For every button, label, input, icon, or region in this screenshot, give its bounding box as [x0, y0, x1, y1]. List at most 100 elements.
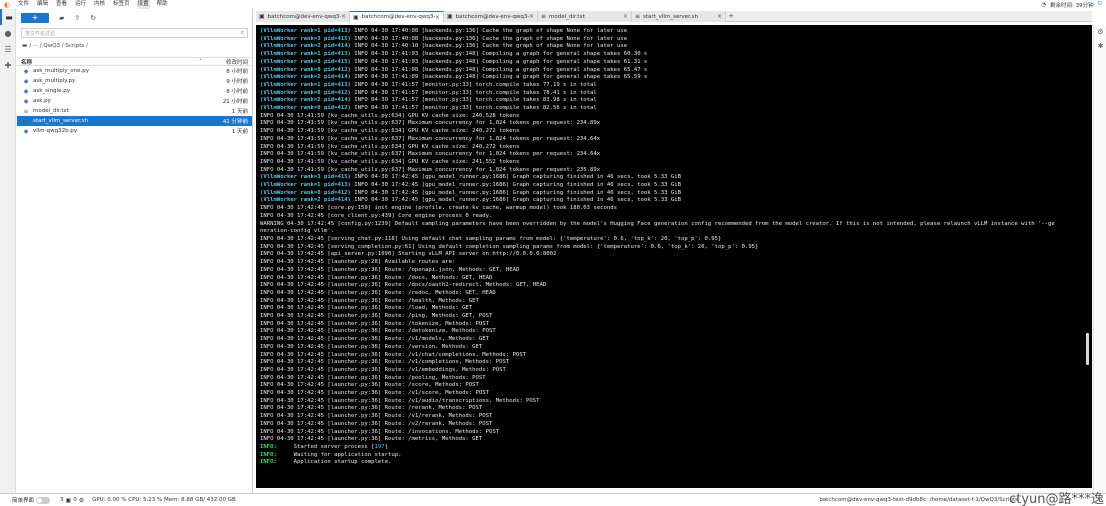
- terminal-line: INFO 04-30 17:41:59 [kv_cache_utils.py:6…: [260, 113, 1088, 121]
- log-text: INFO 04-30 17:41:57 [monitor.py:33] torc…: [350, 97, 597, 104]
- terminal-scrollbar[interactable]: [1086, 333, 1089, 365]
- new-folder-icon[interactable]: ▰: [59, 14, 64, 22]
- close-icon[interactable]: ×: [341, 13, 346, 20]
- log-text: INFO 04-30 17:42:45 [launcher.py:36] Rou…: [260, 390, 490, 397]
- file-modified: 21 小时前: [222, 99, 248, 105]
- menu-view[interactable]: 查看: [55, 0, 68, 9]
- modified-column-header[interactable]: 修改时间: [208, 58, 248, 66]
- file-row[interactable]: ≡ model_dir.txt 1 天前: [17, 106, 252, 116]
- menu-tabs[interactable]: 标签页: [112, 0, 131, 9]
- command-palette-icon[interactable]: ☰: [0, 41, 16, 57]
- log-prefix: (VllmWorker rank=0 pid=412): [260, 105, 351, 112]
- remaining-time: 剩余时间: 39分钟: [1050, 2, 1094, 9]
- log-prefix: (VllmWorker rank=3 pid=415): [260, 174, 351, 181]
- menu-kernel[interactable]: 内核: [93, 0, 106, 9]
- terminal-line: (VllmWorker rank=3 pid=415) INFO 04-30 1…: [260, 174, 1088, 182]
- tab-file[interactable]: ≡ start_vllm_server.sh ×: [632, 11, 726, 22]
- tab-terminal[interactable]: ▣ batchcom@dev-env-qwq3-t- ×: [350, 11, 444, 22]
- terminal-count[interactable]: 0: [73, 497, 77, 503]
- extension-icon[interactable]: ✚: [0, 57, 16, 73]
- log-text: INFO 04-30 17:41:57 [monitor.py:33] torc…: [350, 89, 597, 96]
- terminal-line: INFO 04-30 17:42:45 [serving_completion.…: [260, 244, 1088, 252]
- menu-file[interactable]: 文件: [17, 0, 30, 9]
- file-filter-input[interactable]: 按文件名过滤 ⌕: [21, 28, 248, 38]
- terminal-line: INFO 04-30 17:42:45 [launcher.py:36] Rou…: [260, 352, 1088, 360]
- log-prefix: (VllmWorker rank=0 pid=412): [260, 89, 351, 96]
- log-text: INFO 04-30 17:42:45 [launcher.py:36] Rou…: [260, 405, 483, 412]
- terminal-line: INFO 04-30 17:42:45 [launcher.py:36] Rou…: [260, 436, 1088, 444]
- tab-terminal[interactable]: ▣ batchcom@dev-env-qwq3-t- ×: [256, 11, 350, 22]
- terminal-line: (VllmWorker rank=1 pid=413) INFO 04-30 1…: [260, 28, 1088, 36]
- text-file-icon: ≡: [541, 13, 547, 20]
- file-row[interactable]: ▭ start_vllm_server.sh 41 分钟前: [17, 116, 252, 126]
- menu-run[interactable]: 运行: [74, 0, 87, 9]
- tab-file[interactable]: ≡ model_dir.txt ×: [538, 11, 632, 22]
- file-row[interactable]: ◆ ask.py 21 小时前: [17, 96, 252, 106]
- log-prefix: (VllmWorker rank=1 pid=413): [260, 51, 351, 58]
- log-prefix: (VllmWorker rank=3 pid=415): [260, 58, 351, 65]
- file-name: ask_multiply_one.py: [33, 68, 89, 74]
- file-row[interactable]: ◆ vllm-qwq32b.py 1 天前: [17, 126, 252, 136]
- log-text: INFO 04-30 17:42:45 [launcher.py:36] Rou…: [260, 282, 547, 289]
- log-text: INFO 04-30 17:42:45 [api_server.py:1090]…: [260, 251, 557, 258]
- log-text: INFO 04-30 17:41:59 [kv_cache_utils.py:6…: [260, 112, 520, 119]
- process-id: 197: [374, 443, 385, 450]
- terminal-line: INFO 04-30 17:42:45 [launcher.py:36] Rou…: [260, 375, 1088, 383]
- tab-terminal[interactable]: ▣ batchcom@dev-env-qwq3-t- ×: [444, 11, 538, 22]
- terminal-panel[interactable]: (VllmWorker rank=1 pid=413) INFO 04-30 1…: [256, 25, 1092, 488]
- resource-usage: GPU: 0.00 % CPU: 5.23 % Mem: 8.88 GB/ 43…: [92, 497, 236, 503]
- file-modified: 41 分钟前: [222, 119, 248, 125]
- name-column-header[interactable]: 名称: [21, 58, 199, 66]
- upload-icon[interactable]: ⇪: [74, 14, 80, 22]
- menu-edit[interactable]: 编辑: [36, 0, 49, 9]
- property-inspector-icon[interactable]: ⚙: [1094, 25, 1106, 39]
- tab-label: batchcom@dev-env-qwq3-t-: [455, 13, 529, 20]
- running-icon[interactable]: ●: [0, 25, 16, 41]
- log-text: INFO 04-30 17:42:45 [launcher.py:36] Rou…: [260, 351, 527, 358]
- close-icon[interactable]: ×: [717, 13, 722, 20]
- close-icon[interactable]: ×: [529, 13, 534, 20]
- terminal-icon: ▣: [447, 13, 453, 20]
- log-text: Started server process [: [276, 443, 375, 450]
- power-icon[interactable]: ⏻: [1098, 1, 1102, 8]
- log-text: INFO 04-30 17:42:45 [launcher.py:36] Rou…: [260, 274, 493, 281]
- new-launcher-button[interactable]: +: [21, 12, 49, 23]
- home-folder-icon[interactable]: ▬: [22, 43, 27, 49]
- log-text: INFO 04-30 17:41:03 [backends.py:148] Co…: [350, 58, 648, 65]
- close-icon[interactable]: ×: [623, 13, 628, 20]
- log-text: INFO 04-30 17:42:45 [core.py:159] init e…: [260, 205, 617, 212]
- new-tab-icon[interactable]: +: [726, 11, 736, 22]
- folder-icon[interactable]: ▬: [0, 9, 16, 25]
- terminal-line: INFO 04-30 17:42:45 [core.py:159] init e…: [260, 205, 1088, 213]
- simple-mode-toggle[interactable]: [36, 496, 51, 504]
- log-text: INFO 04-30 17:42:45 [launcher.py:36] Rou…: [260, 305, 473, 312]
- simple-mode-label: 简单界面: [12, 498, 35, 504]
- refresh-icon[interactable]: ↻: [90, 14, 96, 22]
- text-file-icon: ≡: [635, 13, 641, 20]
- shell-file-icon: ▭: [23, 117, 29, 125]
- terminal-line: INFO 04-30 17:42:45 [launcher.py:36] Rou…: [260, 359, 1088, 367]
- terminal-line: INFO 04-30 17:41:59 [kv_cache_utils.py:6…: [260, 120, 1088, 128]
- file-row[interactable]: ◆ ask_multiply.py 9 小时前: [17, 76, 252, 86]
- debugger-icon[interactable]: ✱: [1094, 39, 1106, 53]
- log-text: INFO 04-30 17:40:10 [backends.py:136] Ca…: [350, 43, 628, 50]
- log-text: INFO 04-30 17:42:45 [launcher.py:36] Rou…: [260, 413, 493, 420]
- log-prefix: (VllmWorker rank=2 pid=414): [260, 43, 351, 50]
- tab-label: batchcom@dev-env-qwq3-t-: [361, 14, 435, 20]
- file-browser: + ▰ ⇪ ↻ 按文件名过滤 ⌕ ▬ / ··· / QwQ3 / Script…: [17, 9, 253, 493]
- log-prefix: (VllmWorker rank=0 pid=412): [260, 66, 351, 73]
- file-row[interactable]: ◆ ask_multiply_one.py 8 小时前: [17, 66, 252, 76]
- log-prefix: INFO:: [260, 451, 277, 458]
- close-icon[interactable]: ×: [435, 14, 440, 21]
- log-text: INFO 04-30 17:42:45 [launcher.py:36] Rou…: [260, 359, 510, 366]
- log-prefix: (VllmWorker rank=2 pid=414): [260, 197, 351, 204]
- log-text: Application startup complete.: [276, 459, 392, 466]
- kernel-count[interactable]: 3: [60, 497, 64, 503]
- menu-help[interactable]: 帮助: [156, 0, 169, 9]
- log-text: INFO 04-30 17:41:03 [backends.py:148] Co…: [350, 51, 648, 58]
- file-row[interactable]: ◆ ask_single.py 8 小时前: [17, 86, 252, 96]
- terminal-line: INFO 04-30 17:42:45 [launcher.py:36] Rou…: [260, 298, 1088, 306]
- breadcrumb-path[interactable]: / ··· / QwQ3 / Scripts /: [29, 43, 88, 49]
- log-text: INFO 04-30 17:41:59 [kv_cache_utils.py:6…: [260, 158, 520, 165]
- menu-settings[interactable]: 设置: [136, 0, 150, 9]
